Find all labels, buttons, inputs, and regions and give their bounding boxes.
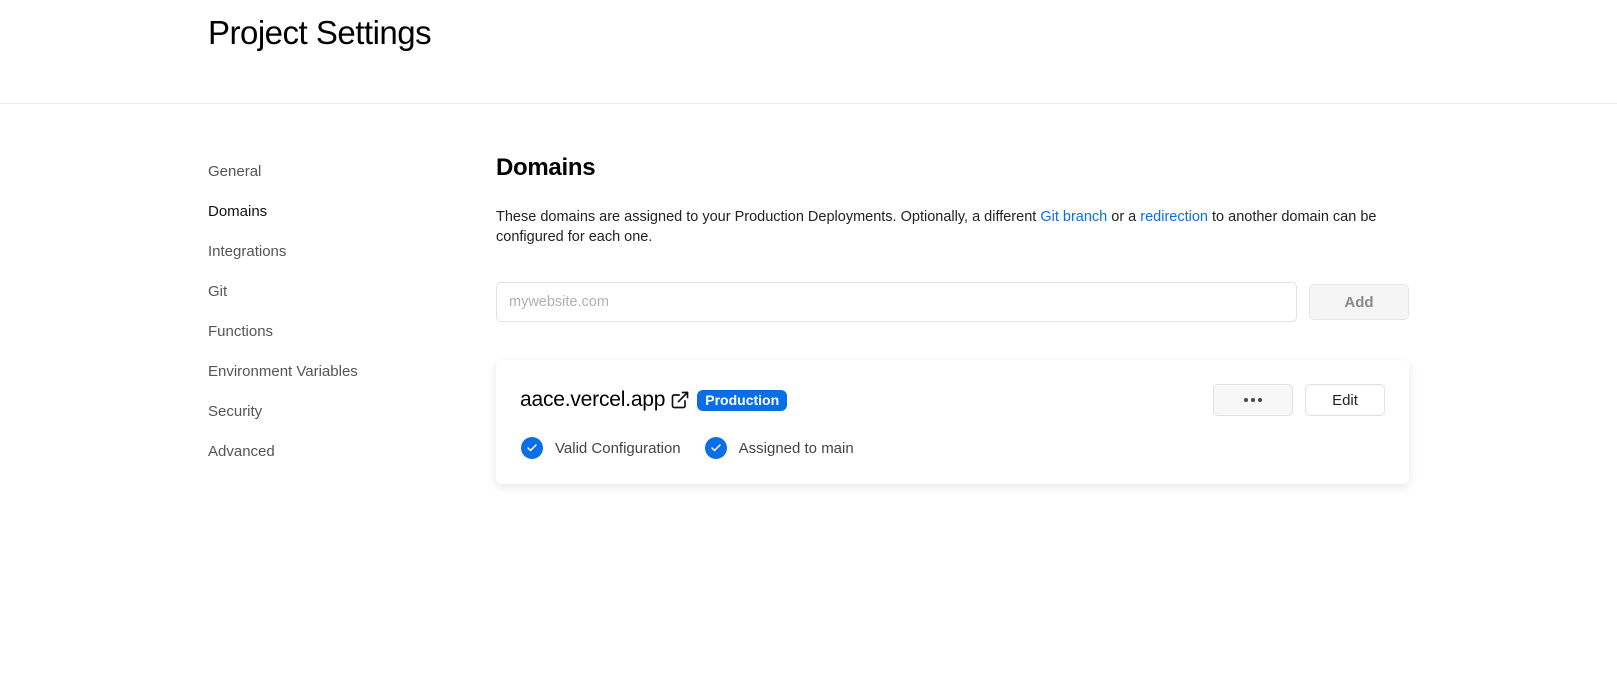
sidebar-item-git[interactable]: Git <box>208 280 468 320</box>
status-label: Valid Configuration <box>555 439 681 457</box>
add-domain-form: Add <box>496 282 1409 322</box>
domain-card: aace.vercel.app Production Edit Valid Co… <box>496 360 1409 484</box>
redirection-link[interactable]: redirection <box>1140 209 1208 225</box>
section-title: Domains <box>496 154 596 181</box>
add-domain-button[interactable]: Add <box>1309 284 1409 320</box>
domain-status-row: Valid Configuration Assigned to main <box>521 437 854 459</box>
sidebar-item-domains[interactable]: Domains <box>208 200 468 240</box>
status-label: Assigned to main <box>738 439 854 457</box>
git-branch-link[interactable]: Git branch <box>1040 209 1107 225</box>
check-circle-icon <box>521 437 543 459</box>
sidebar-item-environment-variables[interactable]: Environment Variables <box>208 360 468 400</box>
description-text-2: or a <box>1107 209 1141 225</box>
edit-domain-button[interactable]: Edit <box>1305 384 1385 416</box>
status-valid-configuration: Valid Configuration <box>521 437 681 459</box>
check-circle-icon <box>704 437 727 459</box>
sidebar-item-functions[interactable]: Functions <box>208 320 468 360</box>
page-title: Project Settings <box>208 14 432 51</box>
sidebar-item-advanced[interactable]: Advanced <box>208 440 468 480</box>
more-horizontal-icon <box>1258 398 1262 402</box>
domains-section: Domains These domains are assigned to yo… <box>496 150 1409 484</box>
more-options-button[interactable] <box>1213 384 1293 416</box>
domain-input[interactable] <box>496 282 1297 322</box>
production-badge: Production <box>697 389 788 411</box>
settings-sidebar: General Domains Integrations Git Functio… <box>208 160 468 480</box>
domain-name-row: aace.vercel.app Production <box>520 385 788 415</box>
domain-name-link[interactable]: aace.vercel.app <box>520 388 665 412</box>
more-horizontal-icon <box>1244 398 1248 402</box>
sidebar-item-general[interactable]: General <box>208 160 468 200</box>
page-header: Project Settings <box>0 0 1617 104</box>
domains-description: These domains are assigned to your Produ… <box>496 207 1409 247</box>
description-text-1: These domains are assigned to your Produ… <box>496 209 1041 225</box>
more-horizontal-icon <box>1251 398 1255 402</box>
status-assigned-branch: Assigned to main <box>704 437 854 459</box>
external-link-icon[interactable] <box>670 390 690 410</box>
sidebar-item-integrations[interactable]: Integrations <box>208 240 468 280</box>
sidebar-item-security[interactable]: Security <box>208 400 468 440</box>
